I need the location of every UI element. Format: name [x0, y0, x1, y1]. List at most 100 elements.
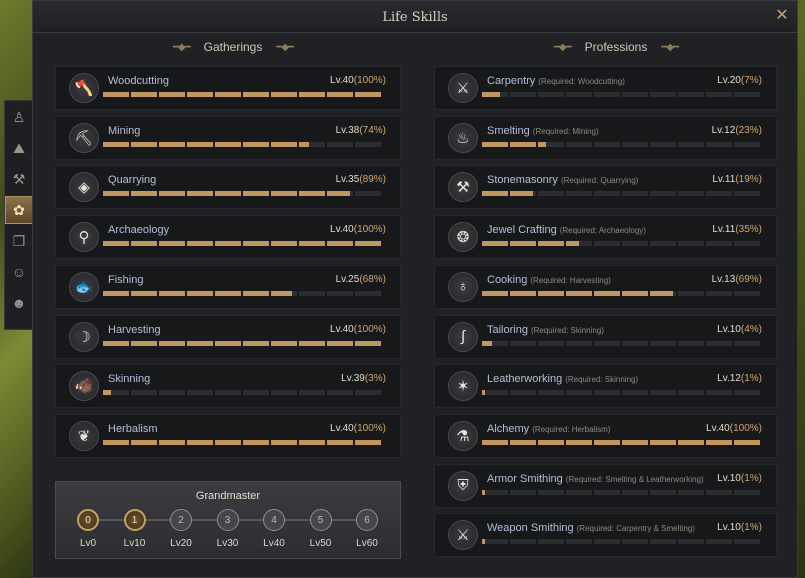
skill-row-jewel-crafting[interactable]: ❂ Jewel Crafting (Required: Archaeology) Lv…: [434, 215, 777, 260]
group-icon[interactable]: ☺: [5, 258, 33, 286]
progress-segment: [187, 92, 213, 97]
map-icon[interactable]: ⛰: [5, 134, 33, 162]
skill-name-text: Jewel Crafting: [487, 224, 557, 237]
skill-row-quarrying[interactable]: ◈ Quarrying Lv.35(89%): [55, 165, 401, 210]
skill-row-woodcutting[interactable]: 🪓 Woodcutting Lv.40(100%): [55, 66, 401, 110]
skill-name: Archaeology: [108, 224, 169, 236]
skill-level-value: Lv.11: [712, 174, 736, 186]
skill-level: Lv.40(100%): [330, 324, 386, 335]
skill-name-text: Cooking: [487, 273, 528, 286]
progress-segment: [650, 290, 676, 296]
progress-segment: [510, 390, 536, 396]
life-skills-icon[interactable]: ✿: [5, 196, 33, 224]
progress-segment: [103, 241, 129, 247]
progress-segment: [215, 290, 241, 296]
progress-segment: [734, 489, 760, 495]
skill-level-value: Lv.40: [330, 75, 354, 86]
skill-row-cooking[interactable]: ♁ Cooking (Required: Harvesting) Lv.13(69%): [434, 264, 777, 309]
progress-segment: [131, 191, 157, 197]
grandmaster-node-4[interactable]: 4: [263, 509, 285, 531]
progress-segment: [566, 539, 592, 545]
skill-row-archaeology[interactable]: ⚲ Archaeology Lv.40(100%): [55, 215, 401, 260]
progress-segment: [243, 340, 269, 346]
skill-level: Lv.20(7%): [717, 75, 762, 86]
skill-row-fishing[interactable]: 🐟 Fishing Lv.25(68%): [55, 264, 401, 309]
progress-segment: [299, 141, 325, 147]
sickle-icon: ☽: [69, 321, 99, 352]
progress-segment: [159, 290, 185, 296]
grandmaster-node-1[interactable]: 1: [123, 509, 146, 531]
book-icon[interactable]: ❐: [5, 227, 33, 255]
skill-name: Woodcutting: [108, 75, 169, 87]
pot-icon: ♁: [448, 271, 478, 302]
skill-level-value: Lv.10: [717, 472, 741, 484]
emote-icon[interactable]: ☻: [5, 289, 33, 317]
grandmaster-node-5[interactable]: 5: [309, 509, 332, 531]
progress-segment: [299, 92, 325, 97]
skill-level-value: Lv.10: [717, 522, 741, 534]
progress-bar: [482, 290, 762, 296]
skill-row-stonemasonry[interactable]: ⚒ Stonemasonry (Required: Quarrying) Lv.11(…: [434, 165, 777, 210]
grandmaster-level-label: Lv20: [170, 538, 192, 549]
anvil-icon[interactable]: ⚒: [5, 165, 33, 193]
skill-percent: (89%): [359, 174, 386, 186]
progress-segment: [566, 489, 592, 495]
progress-bar: [482, 241, 762, 247]
skill-row-mining[interactable]: ⛏ Mining Lv.38(74%): [55, 115, 401, 160]
skill-row-skinning[interactable]: 🐗 Skinning Lv.39(3%): [55, 364, 401, 409]
progress-segment: [243, 141, 269, 147]
skill-level: Lv.10(4%): [717, 324, 762, 335]
grandmaster-level-label: Lv50: [309, 538, 332, 549]
skill-row-harvesting[interactable]: ☽ Harvesting Lv.40(100%): [55, 314, 401, 359]
character-icon[interactable]: ♙: [5, 103, 33, 131]
side-tab-bar: ♙ ⛰ ⚒ ✿ ❐ ☺ ☻: [4, 100, 34, 330]
progress-segment: [159, 390, 185, 396]
progress-bar: [103, 191, 383, 197]
skill-row-weapon-smithing[interactable]: ⚔ Weapon Smithing (Required: Carpentry & S…: [434, 513, 777, 558]
progress-segment: [678, 290, 704, 296]
grandmaster-node-0[interactable]: 0: [77, 509, 99, 531]
life-skills-window: Life Skills ✕ ━◆━ Gatherings ━◆━ ━◆━ Pro…: [32, 0, 798, 578]
progress-segment: [538, 290, 564, 296]
skill-level: Lv.13(69%): [712, 274, 762, 285]
skill-row-smelting[interactable]: ♨ Smelting (Required: Mining) Lv.12(23%): [434, 115, 777, 160]
progress-segment: [131, 439, 157, 445]
leaf-icon: ❦: [69, 420, 99, 451]
close-icon[interactable]: ✕: [773, 7, 791, 25]
skill-requirement: (Required: Skinning): [565, 375, 639, 385]
grandmaster-level-label: Lv0: [79, 538, 97, 549]
progress-segment: [706, 539, 732, 545]
progress-segment: [159, 241, 185, 247]
progress-segment: [706, 241, 732, 247]
grandmaster-title: Grandmaster: [195, 490, 261, 502]
skill-row-tailoring[interactable]: ∫ Tailoring (Required: Skinning) Lv.10(4%): [434, 314, 777, 359]
skill-row-herbalism[interactable]: ❦ Herbalism Lv.40(100%): [55, 413, 401, 458]
skill-requirement: (Required: Archaeology): [559, 226, 646, 236]
progress-segment: [734, 191, 760, 197]
skill-level-value: Lv.40: [330, 224, 354, 236]
title-bar[interactable]: Life Skills ✕: [33, 1, 797, 33]
skill-row-leatherworking[interactable]: ✶ Leatherworking (Required: Skinning) Lv.12…: [434, 364, 777, 409]
hammer-icon: ⚒: [448, 172, 478, 203]
progress-segment: [482, 191, 508, 197]
skill-requirement: (Required: Carpentry & Smelting): [576, 524, 695, 534]
progress-segment: [734, 390, 760, 396]
grandmaster-node-2[interactable]: 2: [170, 509, 192, 531]
grandmaster-node-3[interactable]: 3: [216, 509, 239, 531]
skill-row-armor-smithing[interactable]: ⛨ Armor Smithing (Required: Smelting & Lea…: [434, 463, 777, 508]
skill-row-alchemy[interactable]: ⚗ Alchemy (Required: Herbalism) Lv.40(100%): [434, 413, 777, 458]
skill-percent: (35%): [735, 224, 762, 236]
progress-segment: [103, 92, 129, 97]
progress-segment: [678, 539, 704, 545]
progress-segment: [622, 290, 648, 296]
progress-segment: [706, 390, 732, 396]
progress-segment: [566, 141, 592, 147]
grandmaster-node-6[interactable]: 6: [356, 509, 378, 531]
progress-segment: [538, 539, 564, 545]
progress-segment: [650, 439, 676, 445]
skill-name-text: Weapon Smithing: [487, 522, 574, 535]
skill-name: Tailoring (Required: Skinning): [487, 324, 604, 336]
progress-segment: [594, 241, 620, 247]
skill-level: Lv.40(100%): [330, 423, 386, 434]
skill-row-carpentry[interactable]: ⚔ Carpentry (Required: Woodcutting) Lv.20(7…: [434, 66, 777, 110]
